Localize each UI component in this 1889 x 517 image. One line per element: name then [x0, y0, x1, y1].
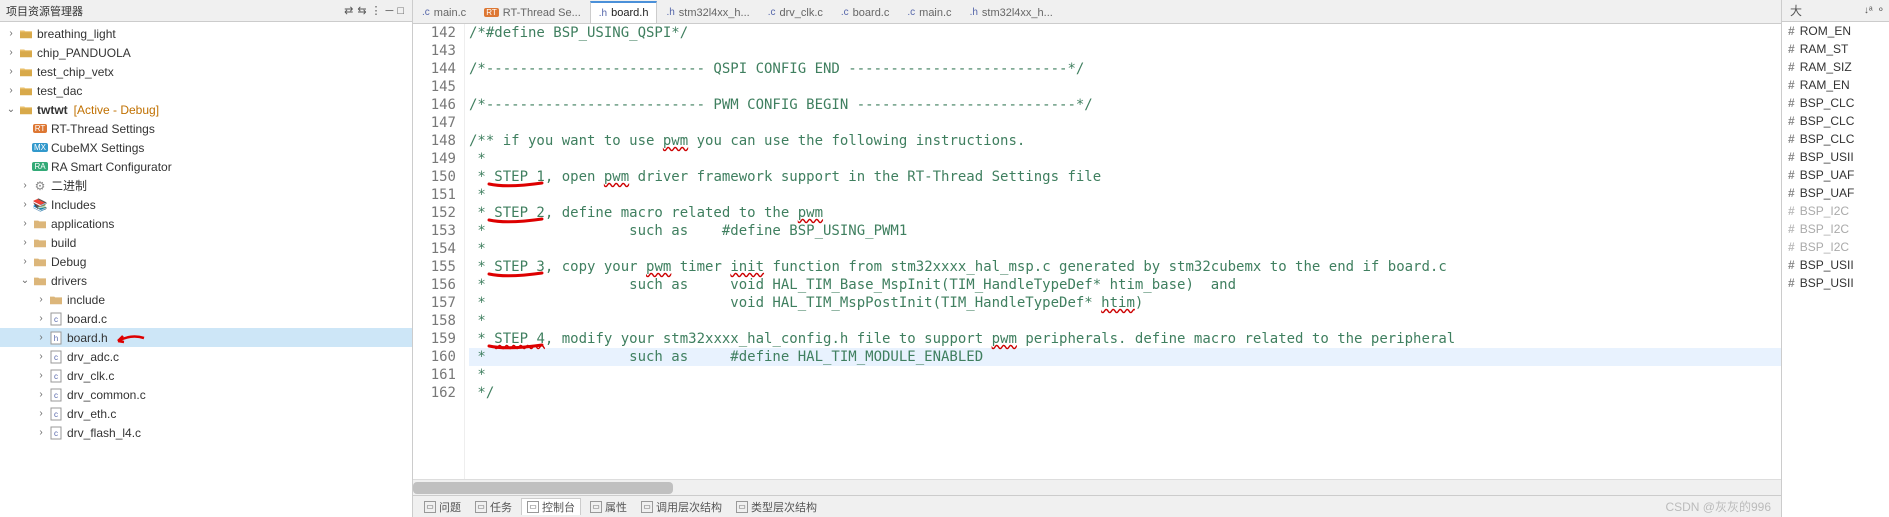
- sort-icon[interactable]: ↓ᵃ: [1864, 5, 1873, 16]
- tree-item-drivers[interactable]: ⌄drivers: [0, 271, 412, 290]
- outline-item[interactable]: #BSP_CLC: [1782, 94, 1889, 112]
- svg-text:c: c: [54, 391, 58, 400]
- tree-item--[interactable]: ›⚙二进制: [0, 176, 412, 195]
- minimize-icon[interactable]: ─: [386, 5, 394, 17]
- editor: 1421431441451461471481491501511521531541…: [413, 24, 1781, 479]
- outline-pane: 大 ↓ᵃ ⚬ #ROM_EN#RAM_ST#RAM_SIZ#RAM_EN#BSP…: [1781, 0, 1889, 517]
- project-explorer: 项目资源管理器 ⇄ ⇆ ⋮ ─ □ ›breathing_light›chip_…: [0, 0, 413, 517]
- outline-item[interactable]: #BSP_CLC: [1782, 112, 1889, 130]
- svg-text:c: c: [54, 353, 58, 362]
- outline-item[interactable]: #BSP_I2C: [1782, 220, 1889, 238]
- editor-tabs: .cmain.cRTRT-Thread Se....hboard.h.hstm3…: [413, 0, 1781, 24]
- tree-item-build[interactable]: ›build: [0, 233, 412, 252]
- explorer-title: 项目资源管理器: [6, 3, 83, 19]
- outline-item[interactable]: #BSP_USII: [1782, 256, 1889, 274]
- outline-list[interactable]: #ROM_EN#RAM_ST#RAM_SIZ#RAM_EN#BSP_CLC#BS…: [1782, 22, 1889, 517]
- code-content[interactable]: /*#define BSP_USING_QSPI*//*------------…: [465, 24, 1781, 479]
- bottom-tab-问题[interactable]: ▭问题: [419, 499, 466, 515]
- tree-item-twtwt[interactable]: ⌄twtwt[Active - Debug]: [0, 100, 412, 119]
- tree-item-test-chip-vetx[interactable]: ›test_chip_vetx: [0, 62, 412, 81]
- tree-item-rt-thread-settings[interactable]: RTRT-Thread Settings: [0, 119, 412, 138]
- tree-item-applications[interactable]: ›applications: [0, 214, 412, 233]
- close-panel-icon[interactable]: □: [397, 5, 404, 17]
- outline-item[interactable]: #BSP_I2C: [1782, 202, 1889, 220]
- tree-item-board-c[interactable]: ›cboard.c: [0, 309, 412, 328]
- tree-item-cubemx-settings[interactable]: MXCubeMX Settings: [0, 138, 412, 157]
- tree-item-include[interactable]: ›include: [0, 290, 412, 309]
- outline-header: 大 ↓ᵃ ⚬: [1782, 0, 1889, 22]
- tab-stm32l4xx-h-[interactable]: .hstm32l4xx_h...: [657, 1, 758, 23]
- outline-item[interactable]: #RAM_EN: [1782, 76, 1889, 94]
- outline-item[interactable]: #BSP_CLC: [1782, 130, 1889, 148]
- link-icon[interactable]: ⇆: [357, 4, 366, 17]
- tree-item-drv-common-c[interactable]: ›cdrv_common.c: [0, 385, 412, 404]
- tab-board-h[interactable]: .hboard.h: [590, 1, 658, 23]
- outline-item[interactable]: #RAM_ST: [1782, 40, 1889, 58]
- editor-area: .cmain.cRTRT-Thread Se....hboard.h.hstm3…: [413, 0, 1781, 517]
- tree-item-debug[interactable]: ›Debug: [0, 252, 412, 271]
- tree-item-chip-panduola[interactable]: ›chip_PANDUOLA: [0, 43, 412, 62]
- collapse-icon[interactable]: ⇄: [344, 4, 353, 17]
- tree-item-includes[interactable]: ›📚Includes: [0, 195, 412, 214]
- horizontal-scrollbar[interactable]: [413, 479, 1781, 495]
- bottom-tab-控制台[interactable]: ▭控制台: [521, 498, 581, 515]
- svg-text:c: c: [54, 429, 58, 438]
- tree-item-drv-adc-c[interactable]: ›cdrv_adc.c: [0, 347, 412, 366]
- file-tree[interactable]: ›breathing_light›chip_PANDUOLA›test_chip…: [0, 22, 412, 517]
- outline-item[interactable]: #BSP_I2C: [1782, 238, 1889, 256]
- tree-item-board-h[interactable]: ›hboard.h: [0, 328, 412, 347]
- tree-item-ra-smart-configurator[interactable]: RARA Smart Configurator: [0, 157, 412, 176]
- bottom-panel-tabs: ▭问题▭任务▭控制台▭属性▭调用层次结构▭类型层次结构: [413, 495, 1781, 517]
- outline-title: 大: [1790, 2, 1802, 19]
- line-gutter: 1421431441451461471481491501511521531541…: [413, 24, 465, 479]
- outline-item[interactable]: #BSP_USII: [1782, 148, 1889, 166]
- tab-stm32l4xx-h-[interactable]: .hstm32l4xx_h...: [961, 1, 1062, 23]
- outline-item[interactable]: #BSP_UAF: [1782, 166, 1889, 184]
- svg-text:c: c: [54, 372, 58, 381]
- tab-board-c[interactable]: .cboard.c: [832, 1, 898, 23]
- bottom-tab-属性[interactable]: ▭属性: [585, 499, 632, 515]
- watermark: CSDN @灰灰的996: [1665, 498, 1771, 515]
- bottom-tab-调用层次结构[interactable]: ▭调用层次结构: [636, 499, 727, 515]
- outline-item[interactable]: #BSP_UAF: [1782, 184, 1889, 202]
- outline-item[interactable]: #RAM_SIZ: [1782, 58, 1889, 76]
- explorer-header: 项目资源管理器 ⇄ ⇆ ⋮ ─ □: [0, 0, 412, 22]
- svg-text:h: h: [54, 334, 58, 343]
- outline-item[interactable]: #ROM_EN: [1782, 22, 1889, 40]
- tab-main-c[interactable]: .cmain.c: [413, 1, 475, 23]
- tab-drv-clk-c[interactable]: .cdrv_clk.c: [759, 1, 832, 23]
- svg-text:c: c: [54, 315, 58, 324]
- tree-item-drv-clk-c[interactable]: ›cdrv_clk.c: [0, 366, 412, 385]
- outline-item[interactable]: #BSP_USII: [1782, 274, 1889, 292]
- tree-item-breathing-light[interactable]: ›breathing_light: [0, 24, 412, 43]
- tab-main-c[interactable]: .cmain.c: [898, 1, 960, 23]
- tree-item-test-dac[interactable]: ›test_dac: [0, 81, 412, 100]
- menu-icon[interactable]: ⋮: [371, 4, 382, 17]
- tab-rt-thread-se-[interactable]: RTRT-Thread Se...: [475, 1, 590, 23]
- tree-item-drv-eth-c[interactable]: ›cdrv_eth.c: [0, 404, 412, 423]
- svg-text:c: c: [54, 410, 58, 419]
- tree-item-drv-flash-l4-c[interactable]: ›cdrv_flash_l4.c: [0, 423, 412, 442]
- bottom-tab-类型层次结构[interactable]: ▭类型层次结构: [731, 499, 822, 515]
- bottom-tab-任务[interactable]: ▭任务: [470, 499, 517, 515]
- filter-icon[interactable]: ⚬: [1877, 5, 1885, 16]
